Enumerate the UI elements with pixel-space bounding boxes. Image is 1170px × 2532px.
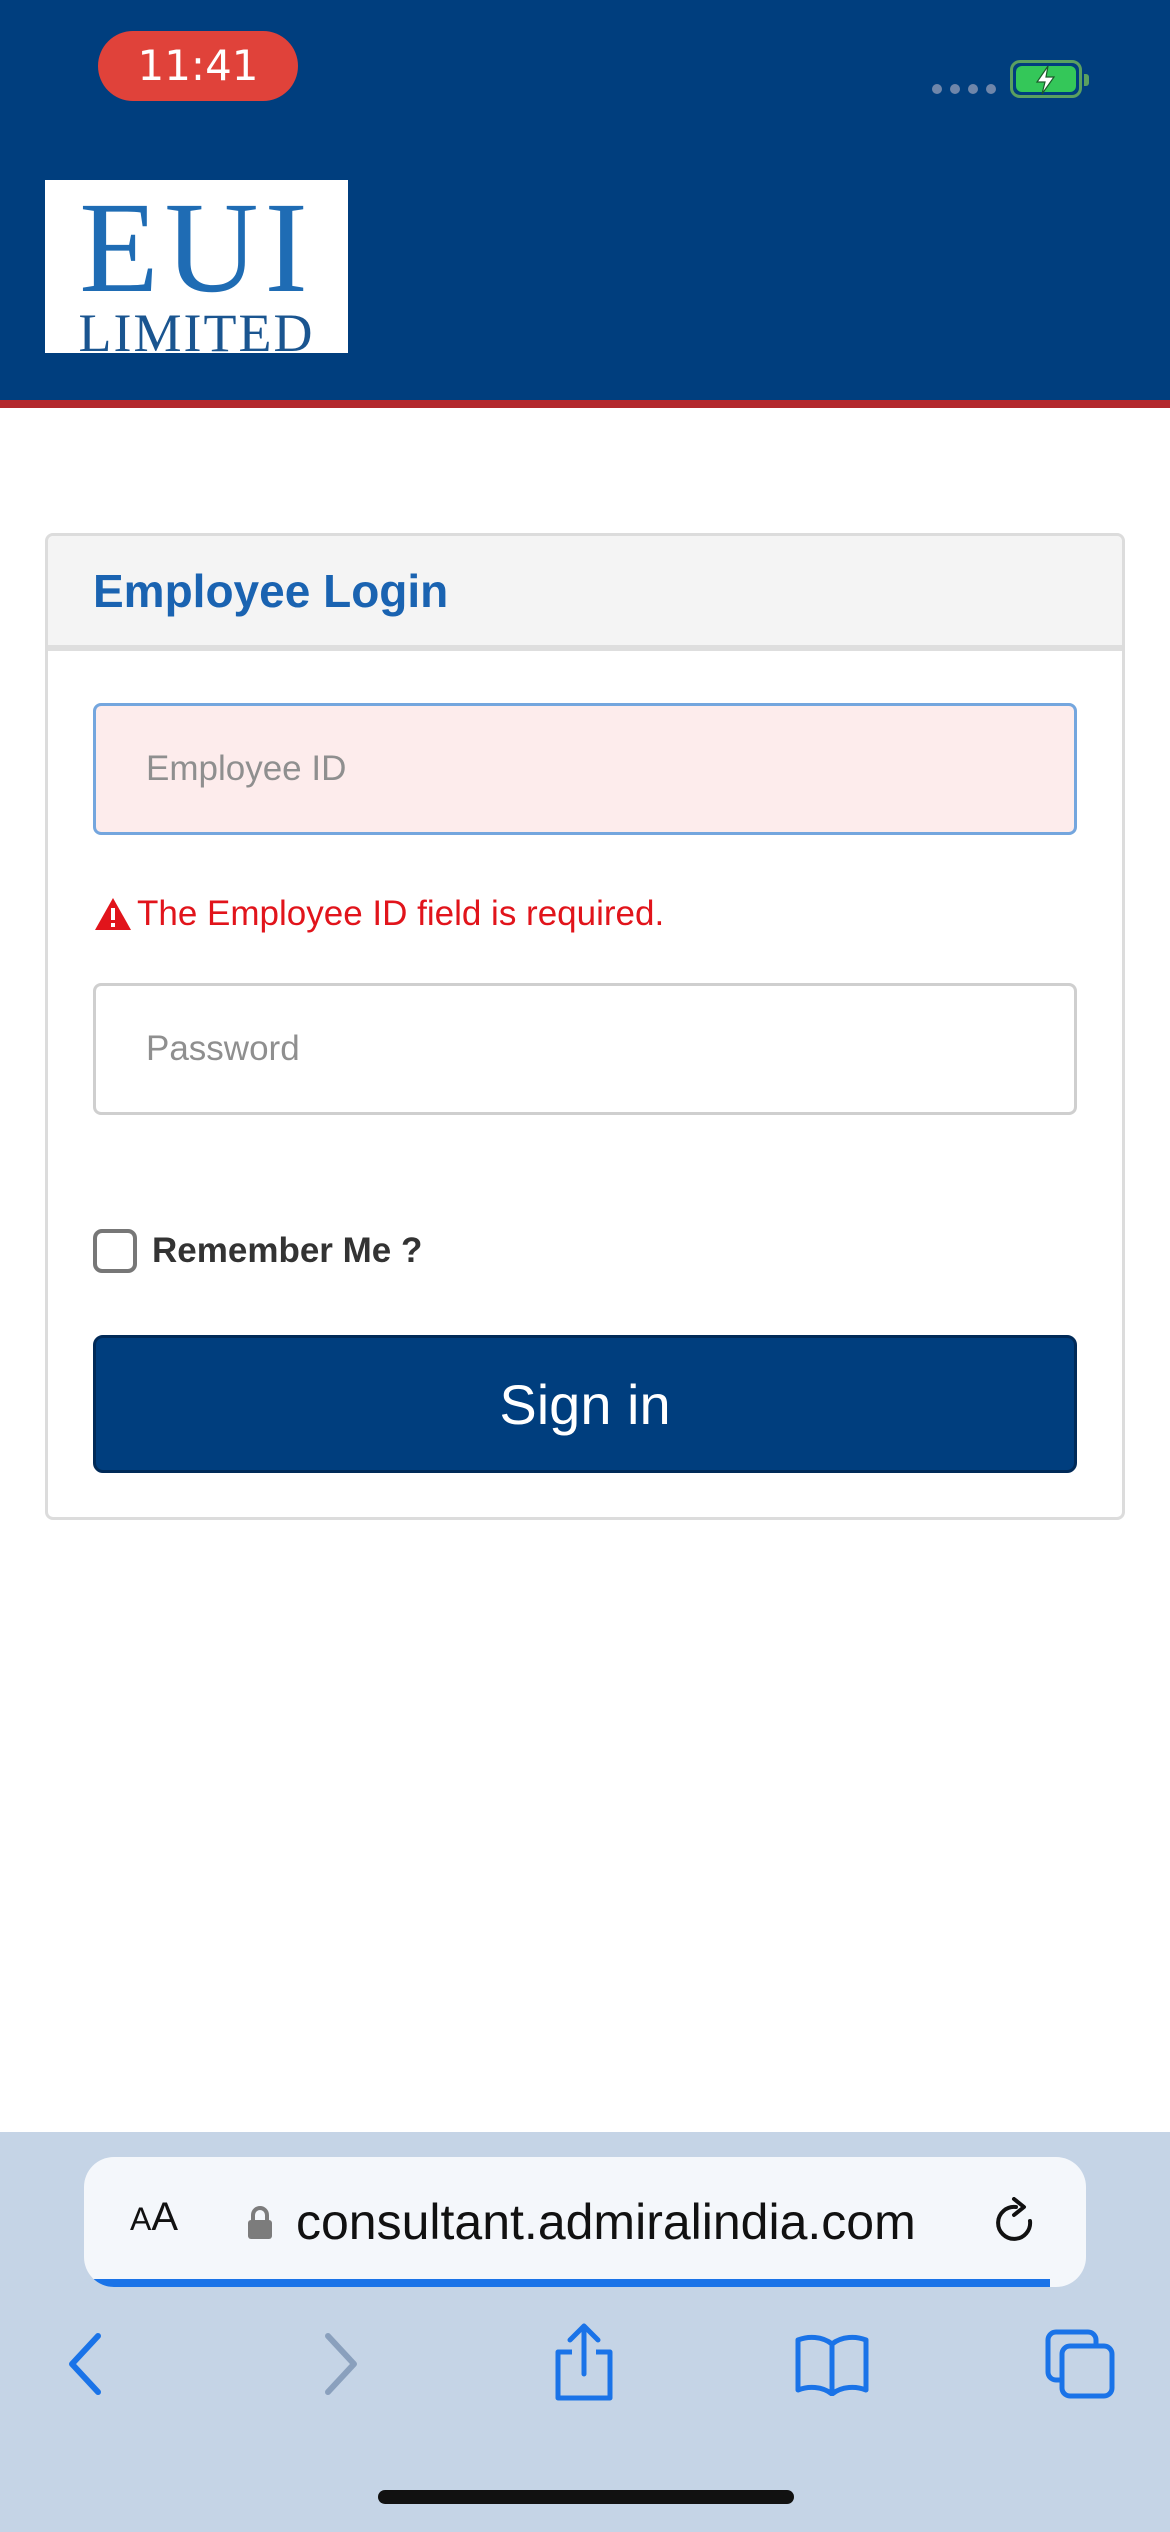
page-title: Employee Login — [93, 565, 449, 617]
eui-logo[interactable]: EUI LIMITED — [45, 176, 348, 360]
remember-me-row[interactable]: Remember Me ? — [93, 1226, 422, 1276]
status-time: 11:41 — [98, 31, 298, 101]
signal-icon — [932, 84, 996, 94]
back-icon[interactable] — [66, 2330, 106, 2398]
address-bar[interactable]: AA consultant.admiralindia.com — [84, 2157, 1086, 2287]
home-indicator[interactable] — [378, 2490, 794, 2504]
tabs-icon[interactable] — [1044, 2328, 1116, 2400]
password-input[interactable] — [93, 983, 1077, 1115]
logo-wordmark: EUI — [79, 176, 314, 320]
logo-subtitle: LIMITED — [78, 303, 315, 363]
site-header: 11:41 EUI LIMITED — [0, 0, 1170, 408]
battery-icon — [1010, 60, 1089, 98]
error-message: The Employee ID field is required. — [137, 894, 665, 933]
employee-id-input[interactable] — [93, 703, 1077, 835]
text-size-button[interactable]: AA — [130, 2195, 178, 2240]
forward-icon[interactable] — [320, 2330, 360, 2398]
validation-error: The Employee ID field is required. — [93, 889, 664, 939]
bookmarks-icon[interactable] — [794, 2332, 870, 2396]
browser-toolbar: AA consultant.admiralindia.com — [0, 2132, 1170, 2532]
warning-icon — [95, 898, 131, 930]
reload-icon[interactable] — [992, 2197, 1040, 2249]
remember-me-checkbox[interactable] — [93, 1229, 137, 1273]
share-icon[interactable] — [552, 2322, 616, 2402]
sign-in-button[interactable]: Sign in — [93, 1335, 1077, 1473]
lock-icon — [248, 2206, 272, 2239]
url-text[interactable]: consultant.admiralindia.com — [296, 2193, 916, 2251]
login-card: Employee Login The Employee ID field is … — [45, 533, 1125, 1520]
remember-me-label[interactable]: Remember Me ? — [152, 1231, 422, 1271]
page-load-progress — [84, 2279, 1050, 2287]
